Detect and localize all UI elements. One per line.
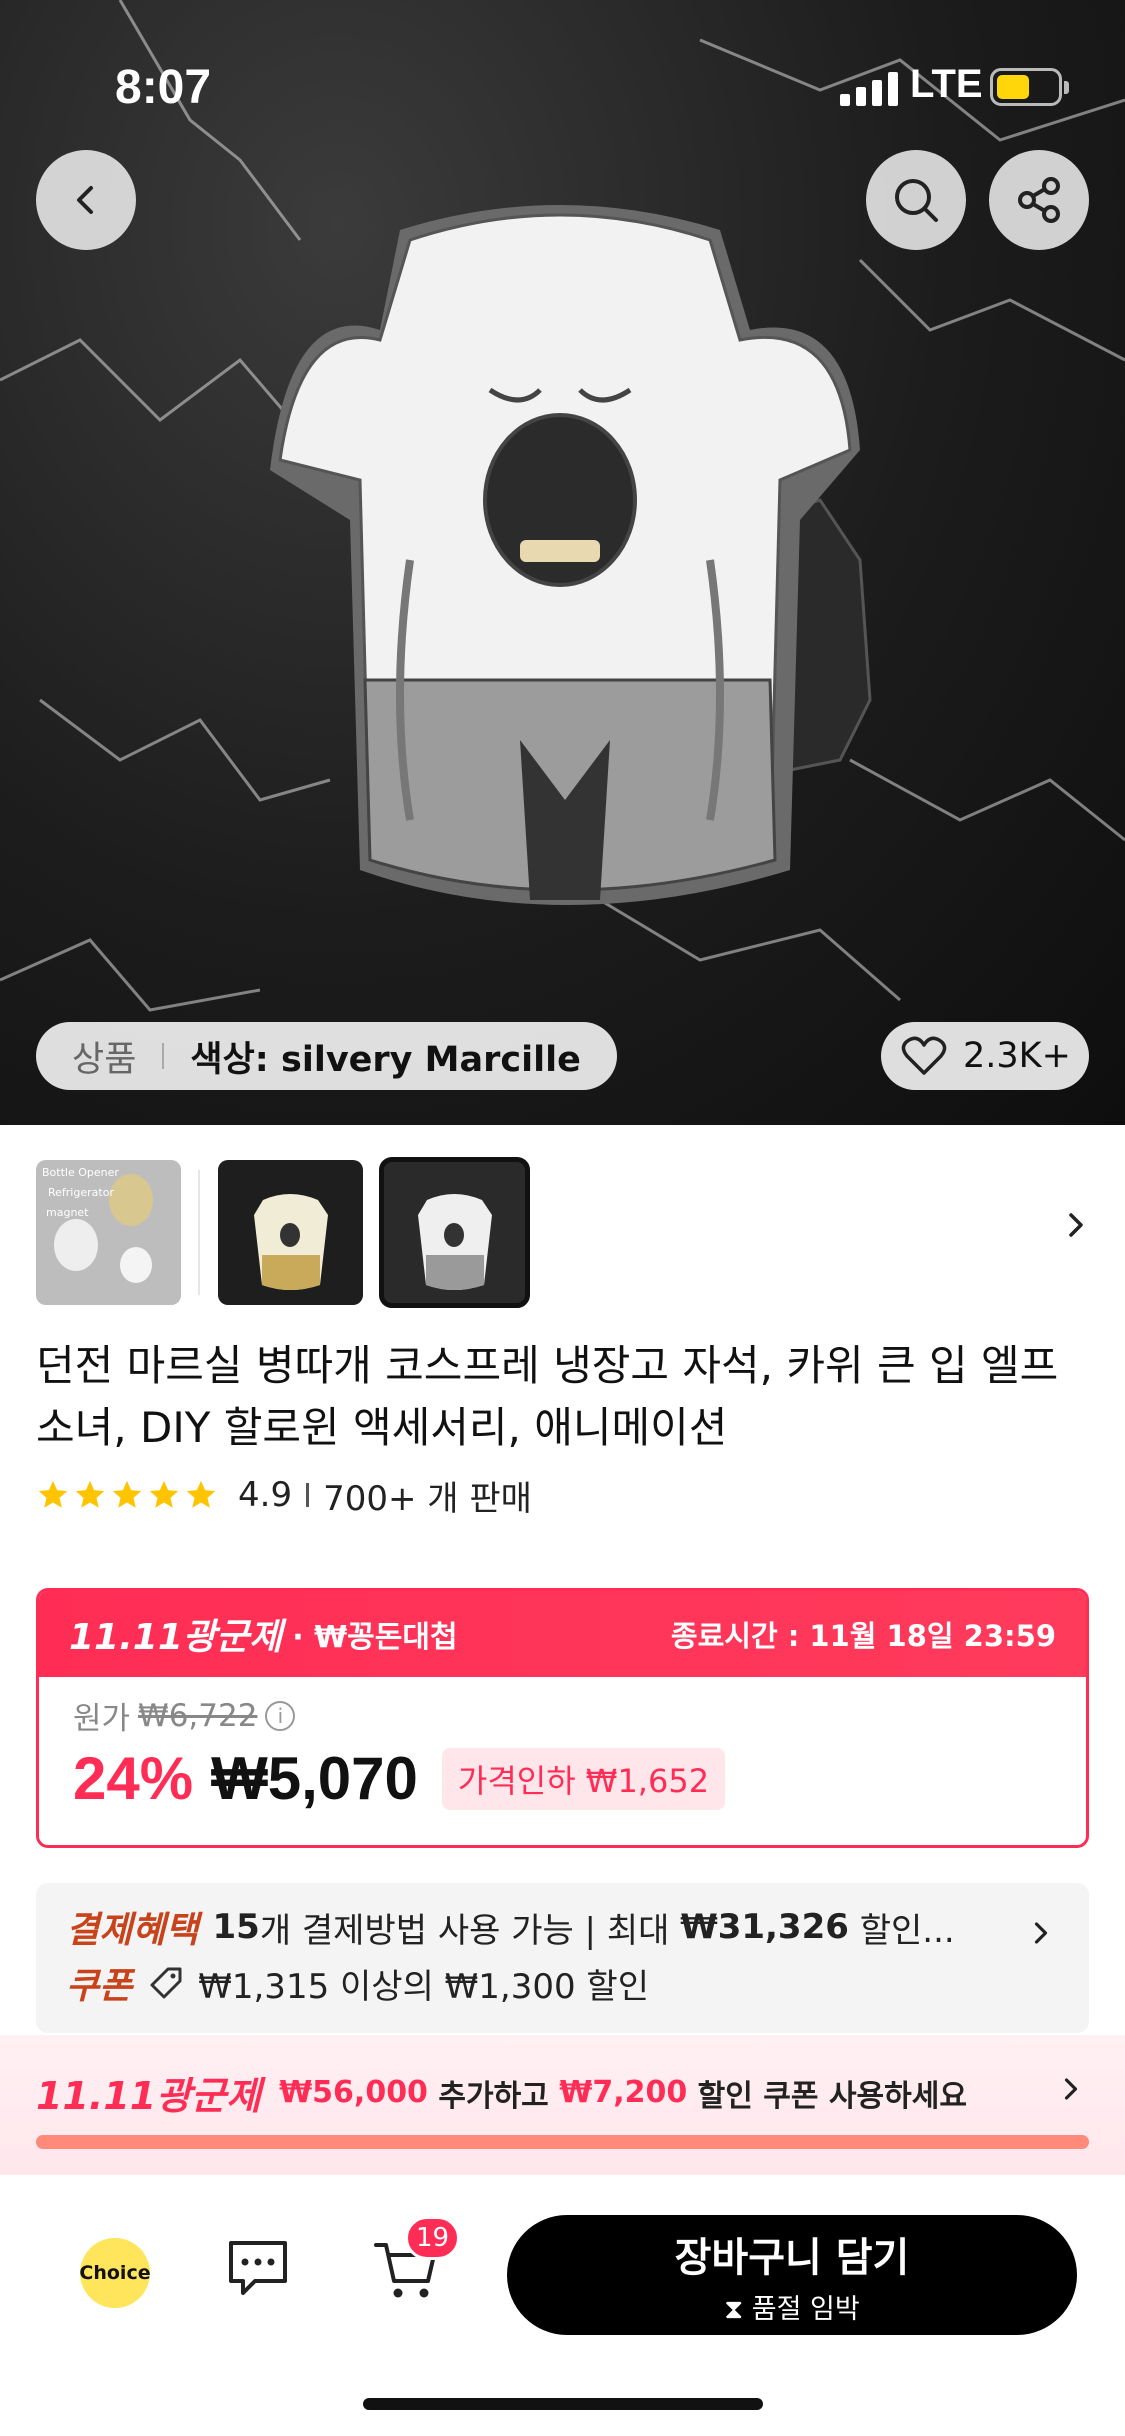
price-drop-badge: 가격인하 ₩1,652 <box>441 1747 726 1810</box>
status-bar: 8:07 LTE <box>0 0 1125 150</box>
chevron-right-icon <box>1069 1213 1083 1237</box>
thumb-text-2: Refrigerator <box>48 1186 114 1199</box>
search-button[interactable] <box>866 150 966 250</box>
original-price-label: 원가 <box>73 1701 131 1737</box>
star-rating <box>36 1478 218 1512</box>
rating-row[interactable]: 4.9 700+ 개 판매 <box>36 1470 532 1520</box>
variant-selector[interactable]: 상품 색상: silvery Marcille <box>36 1022 617 1090</box>
back-button[interactable] <box>36 150 136 250</box>
coupon-text: ₩1,315 이상의 ₩1,300 할인 <box>198 1966 649 2007</box>
payment-benefit-text: 개 결제방법 사용 가능 | 최대 <box>259 1910 681 1951</box>
event-label: 11.11광군제 <box>36 2074 262 2118</box>
thumb-image <box>218 1160 363 1305</box>
star-icon <box>38 1480 68 1508</box>
price-block: 원가 ₩6,722 i 24% ₩5,070 가격인하 ₩1,652 <box>39 1677 1086 1829</box>
coupon-progress-bar <box>36 2135 1089 2149</box>
add-to-cart-button[interactable]: 장바구니 담기 ⧗ 품절 임박 <box>507 2215 1077 2335</box>
thumb-text-1: Bottle Opener <box>42 1166 119 1179</box>
stock-status: ⧗ 품절 임박 <box>724 2287 860 2326</box>
original-price-row: 원가 ₩6,722 i <box>73 1693 1052 1738</box>
battery-icon <box>990 68 1069 106</box>
benefits-chevron <box>1023 1915 1059 1955</box>
wishlist-button[interactable]: 2.3K+ <box>881 1022 1089 1090</box>
choice-badge-button[interactable]: Choice <box>79 2238 151 2308</box>
divider <box>198 1170 200 1295</box>
tag-icon <box>150 1967 182 1999</box>
add-to-cart-label: 장바구니 담기 <box>674 2234 910 2281</box>
chevron-left-icon <box>77 186 93 214</box>
event-end-time: 종료시간 : 11월 18일 23:59 <box>670 1619 1056 1653</box>
variant-value: 색상: silvery Marcille <box>190 1039 581 1080</box>
info-icon[interactable]: i <box>265 1700 296 1731</box>
marble-background <box>0 0 1125 1012</box>
benefits-panel[interactable]: 결제혜택 15 개 결제방법 사용 가능 | 최대 ₩31,326 할인... … <box>36 1883 1089 2033</box>
discount-percent: 24% <box>73 1745 194 1812</box>
status-time: 8:07 <box>115 61 212 114</box>
strip-text-1: 추가하고 <box>427 2078 560 2114</box>
chat-icon <box>229 2241 287 2295</box>
star-icon <box>149 1480 179 1508</box>
search-icon <box>895 179 938 222</box>
star-icon <box>186 1480 216 1508</box>
event-sub-label: · ₩꽁돈대첩 <box>292 1620 458 1655</box>
sold-count: 700+ 개 판매 <box>323 1478 532 1519</box>
event-label: 11.11광군제 <box>69 1617 283 1658</box>
payment-max-discount: ₩31,326 <box>680 1907 849 1947</box>
thumbnail-next-button[interactable] <box>1056 1205 1096 1249</box>
promo-price-card: 11.11광군제 · ₩꽁돈대첩 종료시간 : 11월 18일 23:59 원가… <box>36 1588 1089 1848</box>
coupon-label: 쿠폰 <box>66 1966 133 2007</box>
thumb-silvery-marcille[interactable] <box>379 1157 530 1308</box>
thumb-bottle-opener-set[interactable]: Bottle Opener Refrigerator magnet <box>36 1160 181 1305</box>
event-coupon-text: 11.11광군제 ₩56,000 추가하고 ₩7,200 할인 쿠폰 사용하세요 <box>36 2065 967 2120</box>
star-icon <box>75 1480 105 1508</box>
like-count: 2.3K+ <box>963 1036 1071 1076</box>
rating-value: 4.9 <box>238 1475 293 1515</box>
sale-price: ₩5,070 <box>211 1745 418 1812</box>
coupon-row: 쿠폰 ₩1,315 이상의 ₩1,300 할인 <box>66 1955 1059 2011</box>
thumbnail-strip: Bottle Opener Refrigerator magnet <box>36 1157 1096 1308</box>
chevron-right-icon <box>1034 1922 1048 1944</box>
payment-benefit-tail: 할인... <box>848 1910 955 1951</box>
price-row: 24% ₩5,070 가격인하 ₩1,652 <box>73 1744 1052 1813</box>
chevron-right-icon <box>1064 2078 1078 2100</box>
divider <box>162 1043 165 1069</box>
signal-icon <box>840 70 898 106</box>
thumb-image: Bottle Opener Refrigerator magnet <box>36 1160 181 1305</box>
home-indicator <box>363 2398 763 2410</box>
promo-header: 11.11광군제 · ₩꽁돈대첩 종료시간 : 11월 18일 23:59 <box>39 1591 1086 1677</box>
cart-count-badge: 19 <box>405 2216 461 2260</box>
progress-fill <box>36 2135 1089 2149</box>
hourglass-icon: ⧗ <box>724 2293 752 2325</box>
stock-status-text: 품절 임박 <box>751 2293 860 2325</box>
threshold-amount: ₩56,000 <box>279 2075 428 2110</box>
network-label: LTE <box>910 62 983 106</box>
payment-method-count: 15 <box>212 1907 260 1947</box>
share-button[interactable] <box>989 150 1089 250</box>
strip-chevron <box>1053 2071 1089 2111</box>
chat-button[interactable] <box>225 2235 291 2303</box>
elf-pin-illustration <box>270 205 860 905</box>
original-price: ₩6,722 <box>138 1697 258 1734</box>
event-coupon-strip[interactable]: 11.11광군제 ₩56,000 추가하고 ₩7,200 할인 쿠폰 사용하세요 <box>0 2035 1125 2175</box>
product-title: 던전 마르실 병따개 코스프레 냉장고 자석, 카위 큰 입 엘프 소녀, DI… <box>36 1341 1059 1452</box>
share-icon <box>1018 177 1060 223</box>
divider <box>306 1483 310 1507</box>
thumb-text-3: magnet <box>46 1206 89 1219</box>
payment-benefit-label: 결제혜택 <box>66 1910 199 1951</box>
payment-benefit-row: 결제혜택 15 개 결제방법 사용 가능 | 최대 ₩31,326 할인... <box>66 1899 1059 1955</box>
variant-label: 상품 <box>72 1039 137 1080</box>
thumb-image <box>382 1160 527 1305</box>
strip-text-2: 할인 쿠폰 사용하세요 <box>687 2078 967 2114</box>
thumb-gold-marcille[interactable] <box>218 1160 363 1305</box>
product-hero-image[interactable]: 8:07 LTE 상품 색상: silvery Marcille 2.3K+ <box>0 0 1125 1125</box>
star-icon <box>112 1480 142 1508</box>
heart-icon <box>901 1036 947 1075</box>
coupon-amount: ₩7,200 <box>559 2075 688 2110</box>
